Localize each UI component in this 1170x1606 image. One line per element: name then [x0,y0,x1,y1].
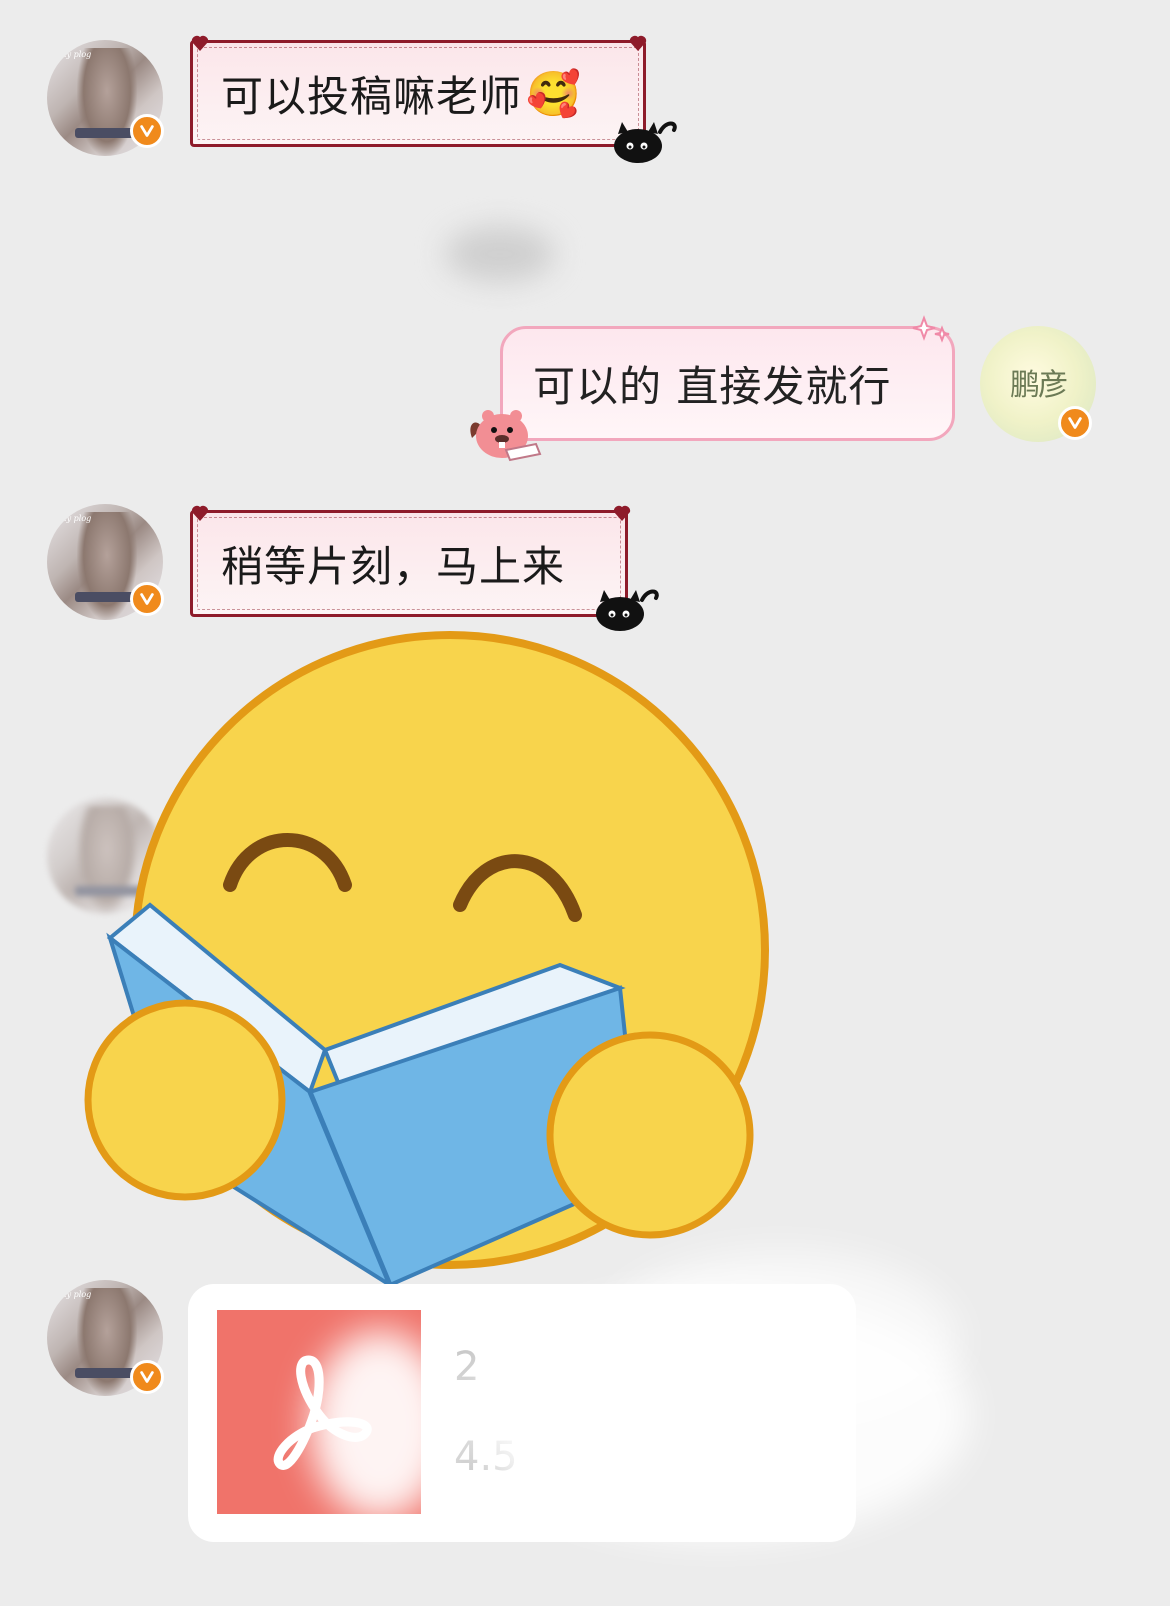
black-cat-icon [596,589,659,631]
verified-badge-icon [130,114,164,148]
verified-badge-icon [1058,406,1092,440]
avatar-caption: my plog [59,50,92,59]
verified-badge-icon [130,582,164,616]
black-cat-icon [614,121,677,163]
file-name: 2 [454,1344,480,1390]
message-text: 可以投稿嘛老师 [221,72,523,121]
heart-icon [191,505,209,521]
blurred-area [310,1330,450,1520]
message-text: 稍等片刻，马上来 [221,542,566,591]
avatar-caption: my plog [59,1290,92,1299]
reading-emoji-icon [84,631,769,1290]
heart-icon [191,35,209,51]
sparkle-icon [912,315,950,343]
avatar-caption: my plog [59,514,92,523]
avatar-calligraphy: 鹏彦 [1010,368,1068,403]
blurred-area [445,226,555,282]
blurred-area [600,1250,960,1430]
verified-badge-icon [130,1360,164,1394]
message-bubble[interactable]: 可以投稿嘛老师 🥰 [190,40,646,147]
beaver-icon [470,410,542,462]
heart-icon [629,35,647,51]
message-text: 可以的 直接发就行 [533,362,892,411]
message-bubble[interactable]: 可以的 直接发就行 [500,326,955,441]
message-bubble[interactable]: 稍等片刻，马上来 [190,510,628,617]
heart-icon [613,505,631,521]
emoji-icon: 🥰 [526,68,582,120]
